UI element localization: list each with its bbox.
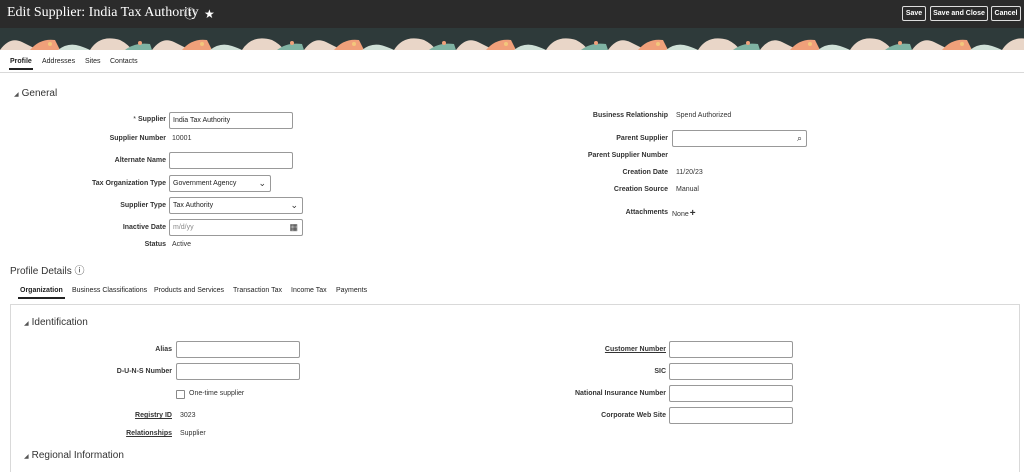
inactive-date-label: Inactive Date [122, 224, 166, 231]
duns-number-label: D-U-N-S Number [116, 368, 172, 375]
calendar-icon[interactable]: ▦ [289, 220, 298, 235]
corporate-web-site-input[interactable] [669, 407, 793, 424]
chevron-down-icon: ⌄ [258, 178, 266, 188]
creation-source-value: Manual [676, 186, 699, 193]
add-attachment-icon[interactable]: + [690, 208, 696, 219]
tab-organization-underline [18, 297, 65, 299]
national-insurance-number-label: National Insurance Number [574, 390, 666, 397]
creation-source-label: Creation Source [613, 186, 668, 193]
supplier-number-label: Supplier Number [109, 135, 166, 142]
organization-panel [10, 304, 1020, 472]
regional-information-header[interactable]: ◢ Regional Information [24, 450, 124, 461]
attachments-label: Attachments [625, 209, 668, 216]
one-time-supplier-checkbox[interactable] [176, 390, 185, 399]
status-value: Active [172, 241, 192, 248]
customer-number-label[interactable]: Customer Number [605, 346, 666, 353]
customer-number-input[interactable] [669, 341, 793, 358]
tab-transaction-tax[interactable]: Transaction Tax [233, 287, 282, 294]
tab-income-tax[interactable]: Income Tax [291, 287, 327, 294]
registry-id-value: 3023 [180, 412, 196, 419]
relationships-label[interactable]: Relationships [126, 430, 172, 437]
alias-input[interactable] [176, 341, 300, 358]
alias-label: Alias [155, 346, 172, 353]
supplier-type-label: Supplier Type [120, 202, 166, 209]
page-title: Edit Supplier: India Tax Authority [7, 5, 199, 20]
national-insurance-number-input[interactable] [669, 385, 793, 402]
one-time-supplier-label: One-time supplier [189, 390, 245, 397]
help-icon[interactable]: ⓘ [184, 7, 196, 21]
inactive-date-input[interactable]: m/d/yy ▦ [169, 219, 303, 236]
general-section-header[interactable]: ◢ General [14, 88, 57, 99]
tab-addresses[interactable]: Addresses [42, 58, 75, 65]
duns-number-input[interactable] [176, 363, 300, 380]
sic-input[interactable] [669, 363, 793, 380]
relationships-value: Supplier [180, 430, 206, 437]
tax-organization-type-label: Tax Organization Type [91, 180, 166, 187]
alternate-name-input[interactable] [169, 152, 293, 169]
parent-supplier-input[interactable]: ⌕ [672, 130, 807, 147]
tab-contacts[interactable]: Contacts [110, 58, 138, 65]
business-relationship-label: Business Relationship [592, 112, 668, 119]
help-icon[interactable]: ⓘ [74, 266, 84, 277]
tab-organization[interactable]: Organization [20, 287, 63, 294]
cancel-button[interactable]: Cancel [991, 6, 1021, 21]
collapse-triangle-icon: ◢ [14, 92, 19, 98]
registry-id-label[interactable]: Registry ID [135, 412, 172, 419]
identification-section-header[interactable]: ◢ Identification [24, 317, 88, 328]
creation-date-label: Creation Date [622, 169, 668, 176]
business-relationship-value: Spend Authorized [676, 112, 732, 119]
status-label: Status [144, 241, 166, 248]
chevron-down-icon: ⌄ [290, 200, 298, 210]
tab-products-and-services[interactable]: Products and Services [154, 287, 224, 294]
parent-supplier-label: Parent Supplier [616, 135, 668, 142]
tab-profile-underline [9, 68, 33, 70]
favorite-star-icon[interactable]: ★ [204, 7, 215, 21]
save-and-close-button[interactable]: Save and Close [930, 6, 988, 21]
sic-label: SIC [654, 368, 666, 375]
supplier-type-select[interactable]: Tax Authority ⌄ [169, 197, 303, 214]
attachments-value: None+ [672, 208, 696, 219]
collapse-triangle-icon: ◢ [24, 321, 29, 327]
tabs-divider [0, 72, 1024, 73]
tab-sites[interactable]: Sites [85, 58, 101, 65]
search-icon[interactable]: ⌕ [797, 131, 802, 146]
tab-profile[interactable]: Profile [10, 58, 32, 65]
page-header: Edit Supplier: India Tax Authority ⓘ ★ Sa… [0, 0, 1024, 28]
supplier-input[interactable]: India Tax Authority [169, 112, 293, 129]
save-button[interactable]: Save [902, 6, 926, 21]
supplier-label: * Supplier [133, 116, 166, 123]
tab-payments[interactable]: Payments [336, 287, 367, 294]
tax-organization-type-select[interactable]: Government Agency ⌄ [169, 175, 271, 192]
supplier-number-value: 10001 [172, 135, 192, 142]
alternate-name-label: Alternate Name [114, 157, 166, 164]
tab-business-classifications[interactable]: Business Classifications [72, 287, 147, 294]
corporate-web-site-label: Corporate Web Site [601, 412, 666, 419]
decorative-banner [0, 28, 1024, 50]
profile-details-header: Profile Details ⓘ [10, 266, 85, 277]
collapse-triangle-icon: ◢ [24, 454, 29, 460]
parent-supplier-number-label: Parent Supplier Number [587, 152, 668, 159]
creation-date-value: 11/20/23 [676, 169, 703, 176]
